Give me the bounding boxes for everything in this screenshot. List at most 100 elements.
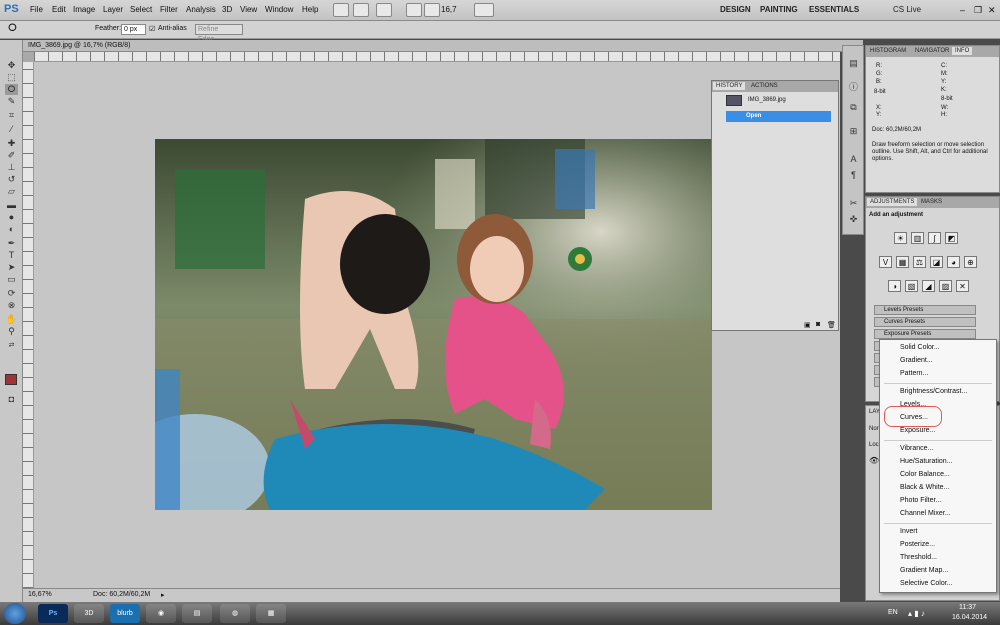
menu-item-selective-color[interactable]: Selective Color...	[900, 580, 953, 587]
tray-icons[interactable]: ▴ ▮ ♪	[908, 609, 925, 618]
snapshot-label[interactable]: IMG_3869.jpg	[748, 97, 786, 103]
history-state-open[interactable]: Open	[726, 111, 831, 122]
clone-source-icon[interactable]: ✂	[847, 198, 860, 209]
arrange-documents-button[interactable]	[474, 3, 494, 17]
character-panel-icon[interactable]: A	[847, 154, 860, 165]
preset-levels[interactable]: Levels Presets	[874, 305, 976, 315]
menu-item-hue-saturation[interactable]: Hue/Saturation...	[900, 458, 953, 465]
preset-exposure[interactable]: Exposure Presets	[874, 329, 976, 339]
start-button-icon[interactable]	[4, 603, 26, 624]
refine-edge-button[interactable]: Refine Edge...	[195, 24, 243, 43]
eyedropper-tool-icon[interactable]: ⁄	[5, 124, 18, 135]
menu-item-invert[interactable]: Invert	[900, 528, 918, 535]
zoom-status[interactable]: 16,67%	[28, 591, 52, 598]
minimize-icon[interactable]: –	[960, 5, 965, 15]
new-snapshot-icon[interactable]: ◙	[816, 321, 820, 328]
clock-time[interactable]: 11:37	[959, 604, 976, 611]
close-icon[interactable]: ✕	[988, 5, 996, 16]
menu-item-vibrance[interactable]: Vibrance...	[900, 445, 933, 452]
menu-item-black-white[interactable]: Black & White...	[900, 484, 949, 491]
hand-icon[interactable]	[406, 3, 422, 17]
color-balance-icon[interactable]: ⚖	[913, 256, 926, 268]
levels-icon[interactable]: ▥	[911, 232, 924, 244]
shape-tool-icon[interactable]: ▭	[5, 274, 18, 285]
3d-orbit-icon[interactable]: ⊗	[5, 300, 18, 311]
tab-history[interactable]: HISTORY	[713, 82, 746, 90]
black-white-icon[interactable]: ◪	[930, 256, 943, 268]
foreground-color-swatch[interactable]	[5, 374, 17, 385]
status-arrow-icon[interactable]: ▸	[161, 591, 165, 599]
taskbar-explorer-icon[interactable]: ▤	[182, 604, 212, 623]
taskbar-chrome-icon[interactable]: ◍	[220, 604, 250, 623]
info-panel-icon[interactable]: ⓘ	[847, 82, 860, 93]
brush-panel-icon[interactable]: ✜	[847, 214, 860, 225]
brightness-contrast-icon[interactable]: ☀	[894, 232, 907, 244]
vibrance-icon[interactable]: V	[879, 256, 892, 268]
menu-item-photo-filter[interactable]: Photo Filter...	[900, 497, 941, 504]
menu-item-exposure[interactable]: Exposure...	[900, 427, 935, 434]
path-select-icon[interactable]: ➤	[5, 262, 18, 273]
menu-item-threshold[interactable]: Threshold...	[900, 554, 937, 561]
menu-edit[interactable]: Edit	[52, 5, 66, 14]
eraser-tool-icon[interactable]: ▱	[5, 186, 18, 197]
pen-tool-icon[interactable]: ✒	[5, 238, 18, 249]
taskbar-3d-app[interactable]: 3D	[74, 604, 104, 623]
move-tool-icon[interactable]: ✥	[5, 60, 18, 71]
bridge-button[interactable]	[333, 3, 349, 17]
curves-icon[interactable]: ∫	[928, 232, 941, 244]
feather-input[interactable]: 0 px	[121, 24, 146, 35]
invert-icon[interactable]: ◑	[888, 280, 901, 292]
type-tool-icon[interactable]: T	[5, 250, 18, 261]
clone-stamp-icon[interactable]: ⊥	[5, 162, 18, 173]
workspace-essentials[interactable]: ESSENTIALS	[809, 5, 859, 14]
photo-filter-icon[interactable]: ◕	[947, 256, 960, 268]
tool-presets-icon[interactable]: ⊞	[847, 126, 860, 137]
quick-select-tool-icon[interactable]: ✎	[5, 96, 18, 107]
tab-actions[interactable]: ACTIONS	[748, 82, 781, 90]
crop-tool-icon[interactable]: ⌗	[5, 110, 18, 121]
layer-visibility-eye-icon[interactable]: 👁	[869, 456, 879, 465]
new-document-icon[interactable]: ▣	[804, 321, 811, 329]
3d-rotate-icon[interactable]: ⟳	[5, 288, 18, 299]
menu-item-pattern[interactable]: Pattern...	[900, 370, 928, 377]
document-tab[interactable]: IMG_3869.jpg @ 16,7% (RGB/8)	[23, 40, 863, 52]
workspace-painting[interactable]: PAINTING	[760, 5, 798, 14]
taskbar-photoshop[interactable]: Ps	[38, 604, 68, 623]
minibridge-button[interactable]	[353, 3, 369, 17]
swap-colors-icon[interactable]: ⇄	[5, 340, 18, 351]
zoom-tool-icon[interactable]: ⚲	[5, 326, 18, 337]
antialias-checkbox[interactable]: ☑	[149, 25, 155, 33]
tab-navigator[interactable]: NAVIGATOR	[912, 47, 952, 55]
taskbar-winrar-icon[interactable]: ▦	[256, 604, 286, 623]
menu-view[interactable]: View	[240, 5, 257, 14]
menu-item-color-balance[interactable]: Color Balance...	[900, 471, 950, 478]
menu-item-gradient-map[interactable]: Gradient Map...	[900, 567, 948, 574]
menu-item-channel-mixer[interactable]: Channel Mixer...	[900, 510, 951, 517]
menu-item-solid-color[interactable]: Solid Color...	[900, 344, 940, 351]
exposure-icon[interactable]: ◩	[945, 232, 958, 244]
menu-select[interactable]: Select	[130, 5, 152, 14]
blur-tool-icon[interactable]: ●	[5, 212, 18, 223]
histogram-panel-icon[interactable]: ▤	[847, 58, 860, 69]
preset-curves[interactable]: Curves Presets	[874, 317, 976, 327]
workspace-design[interactable]: DESIGN	[720, 5, 751, 14]
doc-size-status[interactable]: Doc: 60,2M/60,2M	[93, 591, 150, 598]
cs-live-button[interactable]: CS Live	[893, 5, 921, 14]
menu-item-gradient[interactable]: Gradient...	[900, 357, 933, 364]
menu-analysis[interactable]: Analysis	[186, 5, 216, 14]
menu-item-brightness-contrast[interactable]: Brightness/Contrast...	[900, 388, 967, 395]
brush-tool-icon[interactable]: ✐	[5, 150, 18, 161]
healing-brush-icon[interactable]: ✚	[5, 138, 18, 149]
hue-saturation-icon[interactable]: ▦	[896, 256, 909, 268]
menu-filter[interactable]: Filter	[160, 5, 178, 14]
tab-adjustments[interactable]: ADJUSTMENTS	[867, 198, 918, 206]
menu-help[interactable]: Help	[302, 5, 318, 14]
restore-icon[interactable]: ❐	[974, 5, 982, 16]
taskbar-blurb[interactable]: blurb	[110, 604, 140, 623]
tab-histogram[interactable]: HISTOGRAM	[867, 47, 909, 55]
posterize-icon[interactable]: ▧	[905, 280, 918, 292]
tab-info[interactable]: INFO	[952, 47, 973, 55]
menu-3d[interactable]: 3D	[222, 5, 232, 14]
threshold-icon[interactable]: ◢	[922, 280, 935, 292]
channel-mixer-icon[interactable]: ⊕	[964, 256, 977, 268]
